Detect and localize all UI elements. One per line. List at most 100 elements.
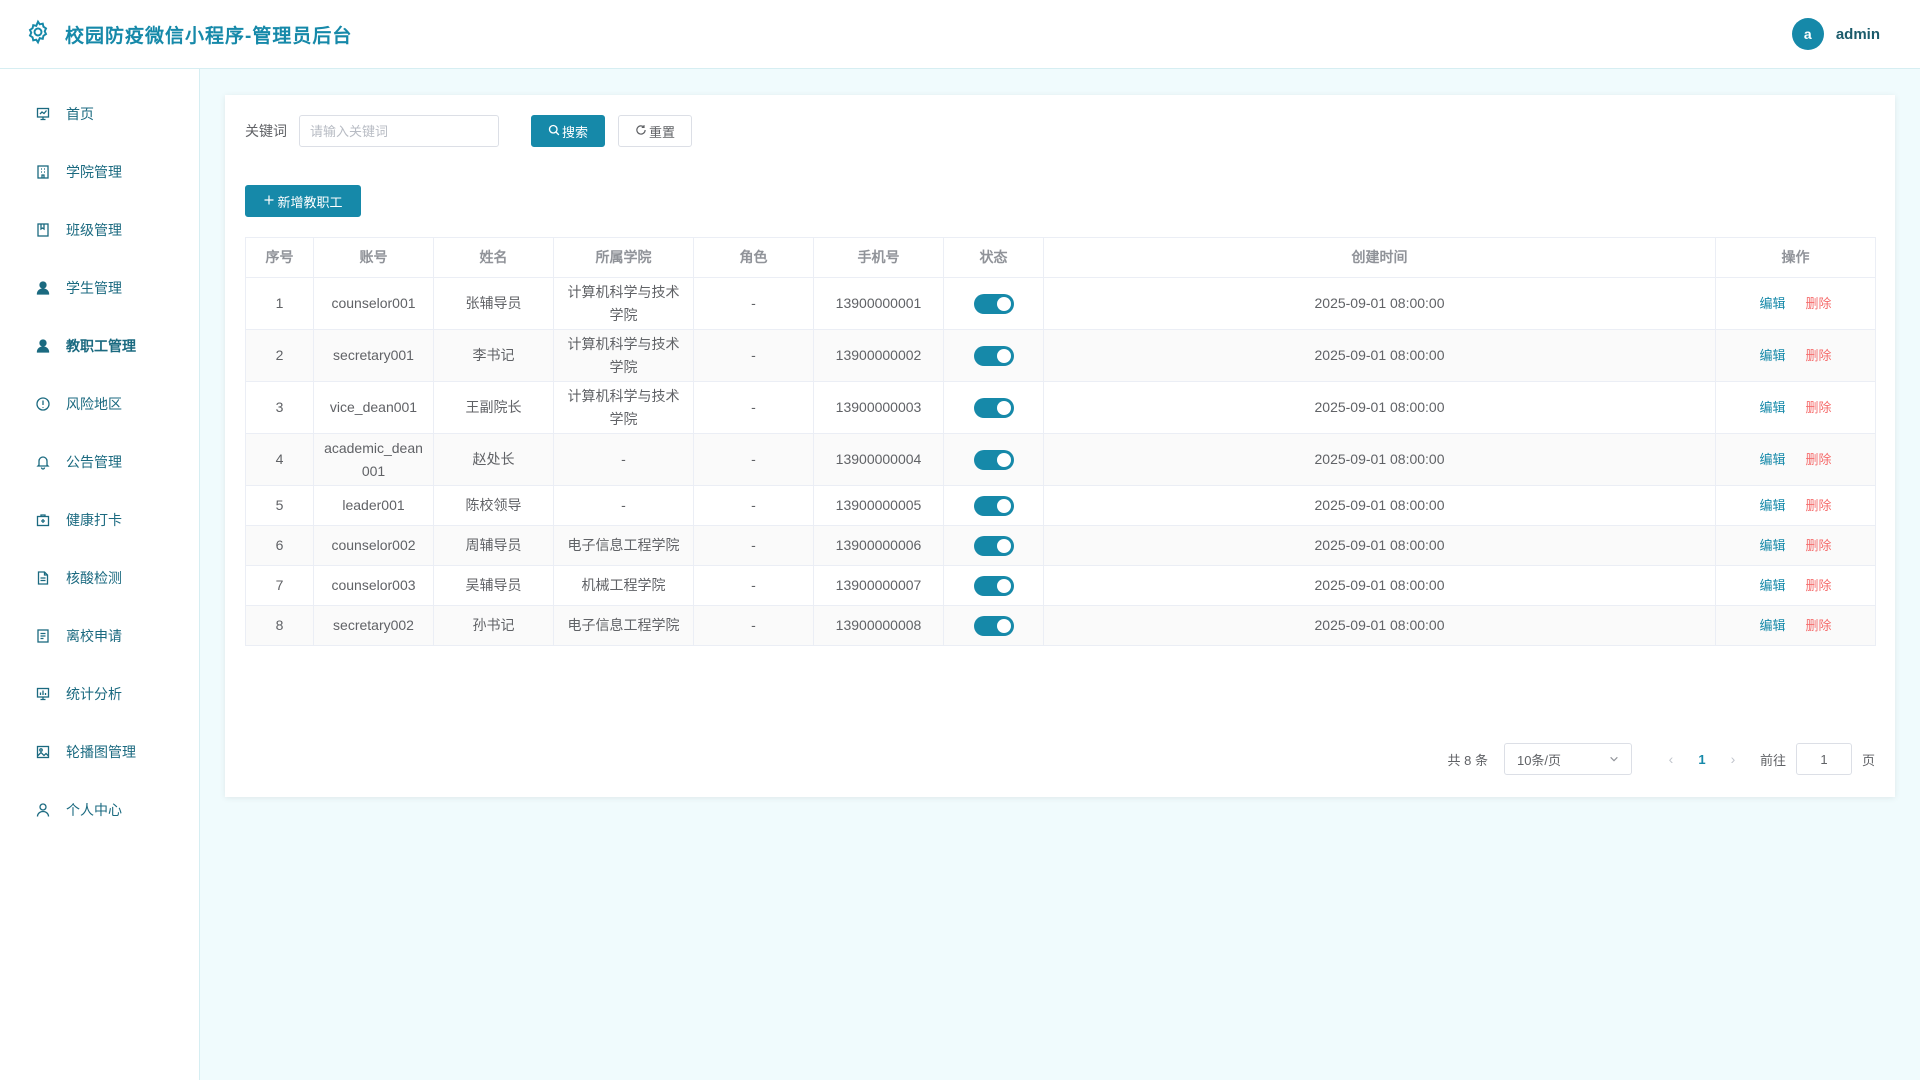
delete-link[interactable]: 删除 <box>1806 452 1832 467</box>
sidebar-item[interactable]: 首页 <box>0 85 199 143</box>
page-size-select[interactable]: 10条/页 <box>1503 743 1632 775</box>
sidebar-item-label: 健康打卡 <box>66 512 122 528</box>
sidebar-item-label: 首页 <box>66 106 94 122</box>
sidebar-item[interactable]: 轮播图管理 <box>0 723 199 781</box>
status-toggle[interactable] <box>973 450 1014 471</box>
account-cell: counselor001 <box>313 277 434 330</box>
status-toggle[interactable] <box>973 616 1014 637</box>
phone-cell: 13900000004 <box>813 433 944 486</box>
college-cell: - <box>553 433 694 486</box>
prev-page-icon[interactable]: ‹ <box>1658 751 1684 767</box>
delete-link[interactable]: 删除 <box>1806 538 1832 553</box>
edit-link[interactable]: 编辑 <box>1759 452 1785 467</box>
sidebar-item[interactable]: 个人中心 <box>0 781 199 839</box>
actions-cell: 编辑 删除 <box>1715 277 1876 330</box>
avatar[interactable]: a <box>1791 18 1824 50</box>
sidebar-item[interactable]: 学生管理 <box>0 259 199 317</box>
user-menu[interactable]: a admin <box>1791 18 1880 50</box>
main-panel: 关键词 搜索 重置 新增教职工 序号账号姓名所属学院角色手机号状态创建时 <box>225 95 1895 797</box>
reset-button[interactable]: 重置 <box>618 115 692 147</box>
document-icon <box>34 569 52 587</box>
sidebar-item[interactable]: 公告管理 <box>0 433 199 491</box>
dashboard-icon <box>34 105 52 123</box>
role-cell: - <box>693 605 814 646</box>
sidebar-item-label: 学生管理 <box>66 280 122 296</box>
page-size-value: 10条/页 <box>1516 752 1562 768</box>
status-toggle[interactable] <box>973 398 1014 419</box>
edit-link[interactable]: 编辑 <box>1759 618 1785 633</box>
edit-link[interactable]: 编辑 <box>1759 400 1785 415</box>
name-cell: 陈校领导 <box>433 485 554 526</box>
edit-link[interactable]: 编辑 <box>1759 498 1785 513</box>
table-row: 1 counselor001 张辅导员 计算机科学与技术学院 -13900000001 2… <box>245 277 1876 330</box>
staff-icon <box>34 337 52 355</box>
status-toggle[interactable] <box>973 536 1014 557</box>
role-cell: - <box>693 565 814 606</box>
sidebar-item-label: 核酸检测 <box>66 570 122 586</box>
edit-link[interactable]: 编辑 <box>1759 296 1785 311</box>
delete-link[interactable]: 删除 <box>1806 400 1832 415</box>
role-cell: - <box>693 329 814 382</box>
add-staff-label: 新增教职工 <box>277 194 343 210</box>
gear-icon[interactable] <box>25 19 51 50</box>
status-cell <box>943 277 1044 330</box>
status-toggle[interactable] <box>973 294 1014 315</box>
delete-link[interactable]: 删除 <box>1806 498 1832 513</box>
sidebar-item-label: 统计分析 <box>66 686 122 702</box>
table-row: 6 counselor002 周辅导员 电子信息工程学院 -13900000006 202… <box>245 525 1876 566</box>
sidebar-item[interactable]: 核酸检测 <box>0 549 199 607</box>
account-cell: counselor002 <box>313 525 434 566</box>
delete-link[interactable]: 删除 <box>1806 618 1832 633</box>
column-header: 手机号 <box>813 237 944 278</box>
keyword-input[interactable] <box>299 115 499 147</box>
created-time-cell: 2025-09-01 08:00:00 <box>1043 605 1716 646</box>
sidebar-item-label: 个人中心 <box>66 802 122 818</box>
sidebar-item[interactable]: 班级管理 <box>0 201 199 259</box>
column-header: 操作 <box>1715 237 1876 278</box>
account-cell: academic_dean001 <box>313 433 434 486</box>
bell-icon <box>34 453 52 471</box>
edit-link[interactable]: 编辑 <box>1759 538 1785 553</box>
goto-page-input[interactable] <box>1795 743 1852 775</box>
sidebar-item-label: 班级管理 <box>66 222 122 238</box>
status-toggle[interactable] <box>973 576 1014 597</box>
delete-link[interactable]: 删除 <box>1806 348 1832 363</box>
page-number[interactable]: 1 <box>1684 752 1720 767</box>
role-cell: - <box>693 277 814 330</box>
table-row: 2 secretary001 李书记 计算机科学与技术学院 -13900000002 20… <box>245 329 1876 382</box>
phone-cell: 13900000006 <box>813 525 944 566</box>
table-row: 7 counselor003 吴辅导员 机械工程学院 -13900000007 2025-… <box>245 565 1876 606</box>
student-icon <box>34 279 52 297</box>
sidebar-item[interactable]: 学院管理 <box>0 143 199 201</box>
status-toggle[interactable] <box>973 496 1014 517</box>
column-header: 状态 <box>943 237 1044 278</box>
row-index: 8 <box>245 605 314 646</box>
delete-link[interactable]: 删除 <box>1806 578 1832 593</box>
row-index: 1 <box>245 277 314 330</box>
sidebar-item[interactable]: 统计分析 <box>0 665 199 723</box>
table-row: 3 vice_dean001 王副院长 计算机科学与技术学院 -13900000003 2… <box>245 381 1876 434</box>
name-cell: 王副院长 <box>433 381 554 434</box>
edit-link[interactable]: 编辑 <box>1759 578 1785 593</box>
college-cell: - <box>553 485 694 526</box>
next-page-icon[interactable]: › <box>1720 751 1746 767</box>
college-cell: 机械工程学院 <box>553 565 694 606</box>
sidebar-item[interactable]: 离校申请 <box>0 607 199 665</box>
add-staff-button[interactable]: 新增教职工 <box>245 185 361 217</box>
column-header: 所属学院 <box>553 237 694 278</box>
warning-icon <box>34 395 52 413</box>
class-icon <box>34 221 52 239</box>
created-time-cell: 2025-09-01 08:00:00 <box>1043 433 1716 486</box>
status-cell <box>943 565 1044 606</box>
sidebar-item-label: 风险地区 <box>66 396 122 412</box>
edit-link[interactable]: 编辑 <box>1759 348 1785 363</box>
delete-link[interactable]: 删除 <box>1806 296 1832 311</box>
sidebar-item[interactable]: 健康打卡 <box>0 491 199 549</box>
username[interactable]: admin <box>1836 26 1880 43</box>
role-cell: - <box>693 433 814 486</box>
status-toggle[interactable] <box>973 346 1014 367</box>
sidebar-item[interactable]: 教职工管理 <box>0 317 199 375</box>
status-cell <box>943 525 1044 566</box>
search-button[interactable]: 搜索 <box>531 115 605 147</box>
sidebar-item[interactable]: 风险地区 <box>0 375 199 433</box>
